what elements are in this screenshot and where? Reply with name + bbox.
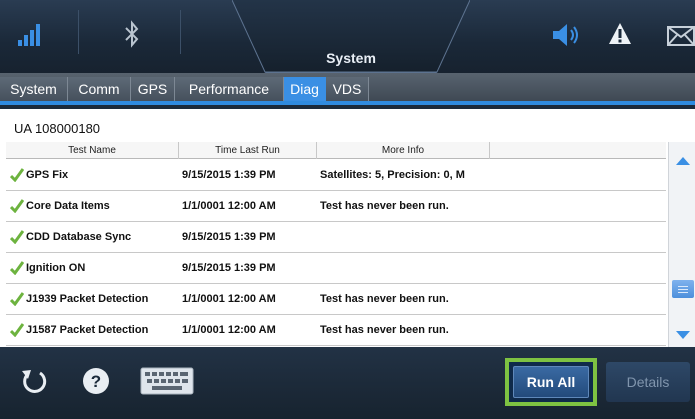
more-info: Test has never been run.	[320, 200, 449, 212]
more-info: Test has never been run.	[320, 324, 449, 336]
scroll-thumb[interactable]	[672, 280, 694, 298]
test-name: J1587 Packet Detection	[26, 324, 149, 336]
column-header-time-last-run[interactable]: Time Last Run	[179, 142, 317, 159]
time-last-run: 1/1/0001 12:00 AM	[182, 324, 276, 336]
run-all-button[interactable]: Run All	[513, 366, 589, 398]
table-row[interactable]: CDD Database Sync 9/15/2015 1:39 PM	[6, 222, 666, 253]
check-icon	[10, 292, 24, 306]
divider	[180, 10, 181, 54]
tab-gps[interactable]: GPS	[131, 77, 175, 101]
test-name: GPS Fix	[26, 169, 69, 181]
time-last-run: 9/15/2015 1:39 PM	[182, 262, 276, 274]
mail-icon[interactable]	[667, 26, 695, 46]
check-icon	[10, 261, 24, 275]
more-info	[320, 222, 495, 252]
time-last-run: 1/1/0001 12:00 AM	[182, 200, 276, 212]
tab-diag[interactable]: Diag	[284, 77, 326, 101]
scroll-down-icon[interactable]	[675, 330, 691, 340]
time-last-run: 9/15/2015 1:39 PM	[182, 169, 276, 181]
column-header-test-name[interactable]: Test Name	[6, 142, 179, 159]
check-icon	[10, 168, 24, 182]
svg-text:?: ?	[91, 372, 101, 391]
test-name: CDD Database Sync	[26, 231, 132, 243]
table-row[interactable]: J1939 Packet Detection 1/1/0001 12:00 AM…	[6, 284, 666, 315]
tab-comm[interactable]: Comm	[68, 77, 131, 101]
more-info: Satellites: 5, Precision: 0, M	[320, 169, 465, 181]
tab-performance[interactable]: Performance	[175, 77, 284, 101]
divider	[78, 10, 79, 54]
time-last-run: 1/1/0001 12:00 AM	[182, 293, 276, 305]
check-icon	[10, 323, 24, 337]
help-icon[interactable]: ?	[82, 367, 110, 395]
table-header: Test Name Time Last Run More Info	[6, 142, 666, 159]
run-all-highlight: Run All	[505, 358, 597, 406]
table-scrollbar[interactable]	[668, 142, 695, 347]
test-name: J1939 Packet Detection	[26, 293, 149, 305]
test-name: Ignition ON	[26, 262, 86, 274]
screen-title: System	[326, 50, 376, 66]
keyboard-icon[interactable]	[140, 367, 194, 395]
table-row[interactable]: Ignition ON 9/15/2015 1:39 PM	[6, 253, 666, 284]
signal-icon[interactable]	[18, 24, 44, 46]
time-last-run: 9/15/2015 1:39 PM	[182, 231, 276, 243]
unit-id: UA 108000180	[14, 121, 101, 136]
bluetooth-icon[interactable]	[124, 20, 140, 48]
diag-panel: UA 108000180 Test Name Time Last Run Mor…	[0, 109, 695, 347]
tab-vds[interactable]: VDS	[326, 77, 369, 101]
speaker-icon[interactable]	[553, 24, 581, 46]
check-icon	[10, 230, 24, 244]
tab-bar: System Comm GPS Performance Diag VDS	[0, 73, 695, 105]
table-row[interactable]: Core Data Items 1/1/0001 12:00 AM Test h…	[6, 191, 666, 222]
table-row[interactable]: GPS Fix 9/15/2015 1:39 PM Satellites: 5,…	[6, 160, 666, 191]
warning-icon[interactable]	[609, 23, 631, 45]
status-bar: System	[0, 0, 695, 73]
details-button[interactable]: Details	[606, 362, 690, 402]
bottom-toolbar: ? Run All Details	[0, 347, 695, 419]
more-info	[320, 253, 495, 283]
column-header-more-info[interactable]: More Info	[317, 142, 490, 159]
test-name: Core Data Items	[26, 200, 110, 212]
table-row[interactable]: J1587 Packet Detection 1/1/0001 12:00 AM…	[6, 315, 666, 346]
more-info: Test has never been run.	[320, 293, 449, 305]
tab-system[interactable]: System	[0, 77, 68, 101]
check-icon	[10, 199, 24, 213]
refresh-icon[interactable]	[20, 367, 48, 395]
scroll-up-icon[interactable]	[675, 156, 691, 166]
